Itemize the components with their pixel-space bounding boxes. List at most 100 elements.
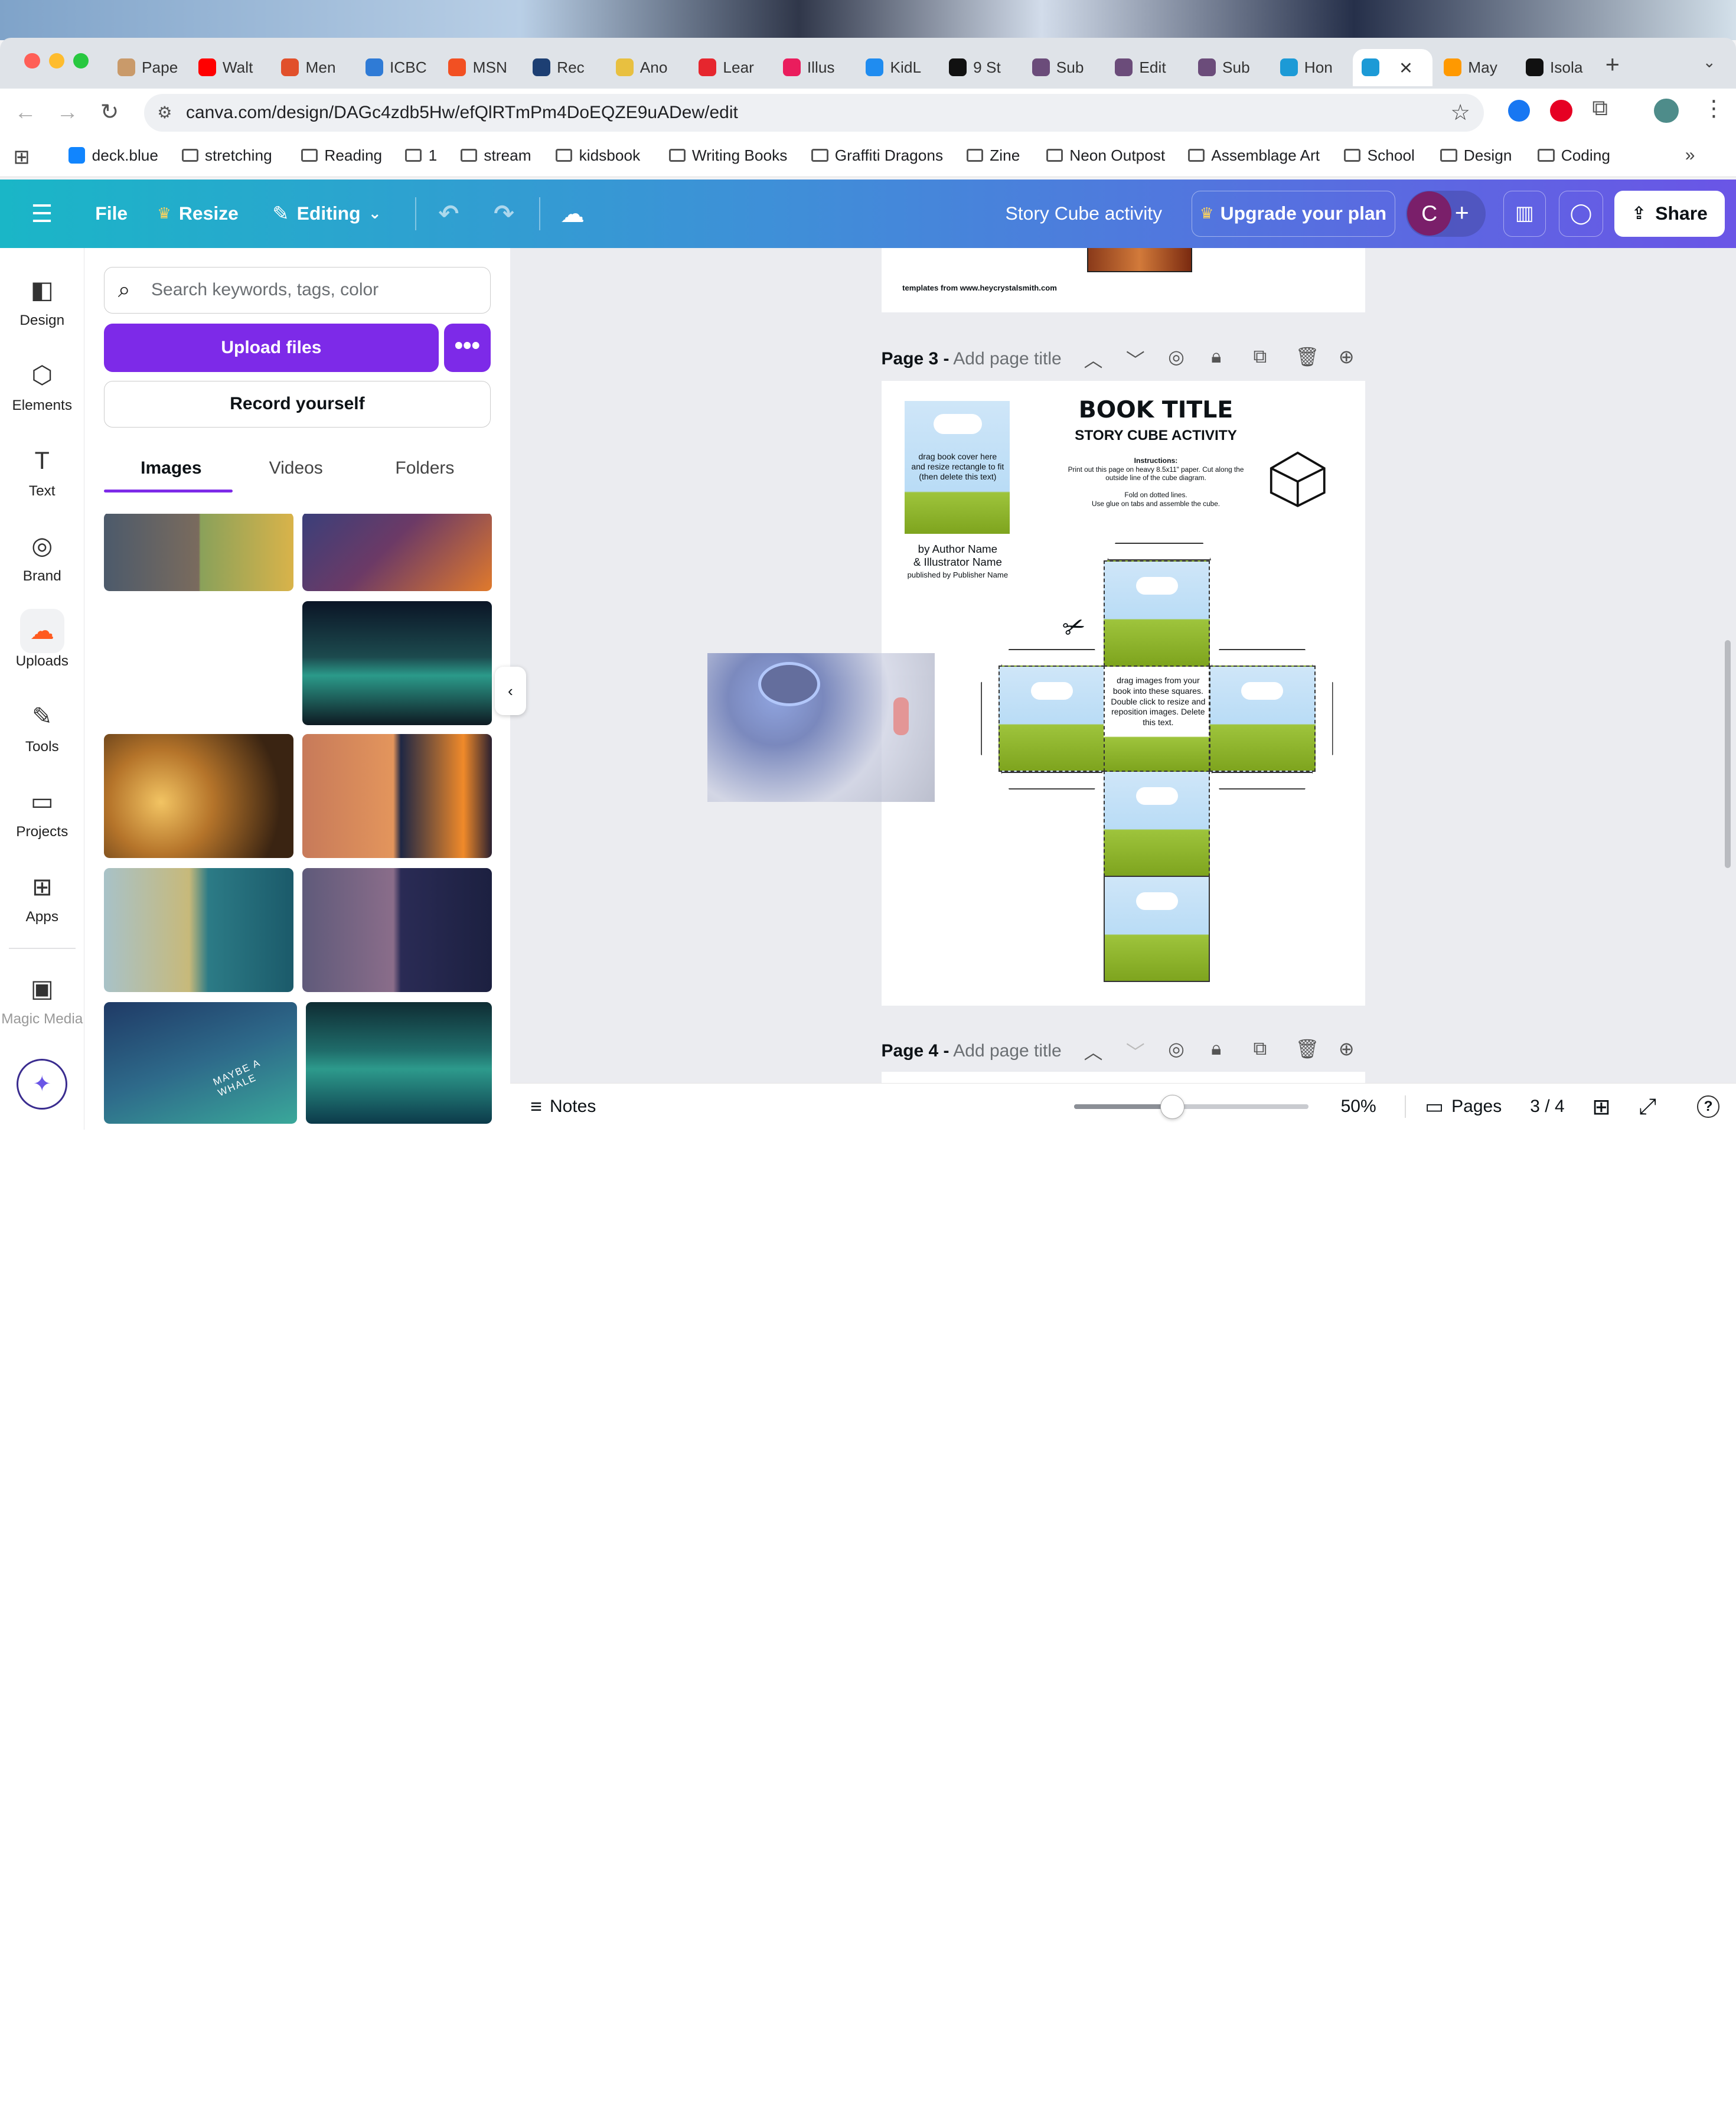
fullscreen-icon[interactable]: ⤢ bbox=[1639, 1084, 1656, 1130]
browser-menu-icon[interactable]: ⋮ bbox=[1703, 95, 1725, 121]
bookmark-item[interactable]: deck.blue bbox=[68, 146, 158, 165]
book-title[interactable]: BOOK TITLE bbox=[1045, 396, 1267, 423]
undo-icon[interactable]: ↶ bbox=[439, 180, 459, 248]
add-collaborator-icon[interactable]: + bbox=[1455, 199, 1469, 226]
rail-item-uploads[interactable]: ☁ Uploads bbox=[0, 609, 84, 670]
site-info-icon[interactable]: ⚙ bbox=[157, 94, 172, 132]
collapse-panel-button[interactable]: ‹ bbox=[495, 666, 526, 716]
rail-item-tools[interactable]: ✎ Tools bbox=[0, 701, 84, 755]
bookmark-item[interactable]: Design bbox=[1440, 146, 1512, 165]
add-page-icon[interactable]: ⊕ bbox=[1339, 345, 1355, 368]
activity-subtitle[interactable]: STORY CUBE ACTIVITY bbox=[1045, 428, 1267, 444]
resize-button[interactable]: ♛ Resize bbox=[157, 180, 239, 248]
extension-icon[interactable] bbox=[1507, 99, 1531, 122]
cube-face-back[interactable] bbox=[1104, 876, 1210, 983]
zoom-slider-track[interactable] bbox=[1073, 1094, 1309, 1119]
insights-icon[interactable]: ▥ bbox=[1503, 190, 1546, 237]
browser-tab[interactable]: 9 St bbox=[940, 49, 1013, 87]
browser-tab[interactable]: Edit bbox=[1106, 49, 1179, 87]
cube-face-bottom[interactable] bbox=[1104, 771, 1210, 877]
rail-item-projects[interactable]: ▭ Projects bbox=[0, 786, 84, 840]
image-thumbnail[interactable] bbox=[104, 734, 293, 859]
image-thumbnail[interactable] bbox=[302, 868, 492, 992]
browser-tab[interactable]: Pape bbox=[109, 49, 182, 87]
bookmark-item[interactable]: Neon Outpost bbox=[1046, 146, 1165, 165]
notes-button[interactable]: ≡ Notes bbox=[530, 1084, 596, 1130]
browser-tab[interactable]: Sub bbox=[1189, 49, 1262, 87]
tab-search-icon[interactable]: ⌄ bbox=[1703, 53, 1716, 71]
bookmark-item[interactable]: 1 bbox=[405, 146, 437, 165]
redo-icon[interactable]: ↷ bbox=[494, 180, 514, 248]
zoom-level[interactable]: 50% bbox=[1341, 1084, 1376, 1130]
rail-item-brand[interactable]: ◎ Brand bbox=[0, 530, 84, 585]
rail-item-design[interactable]: ◧ Design bbox=[0, 275, 84, 329]
rail-item-text[interactable]: T Text bbox=[0, 445, 84, 500]
browser-tab[interactable]: × bbox=[1353, 48, 1433, 87]
url-field[interactable]: ⚙ canva.com/design/DAGc4zdb5Hw/efQlRTmPm… bbox=[143, 94, 1484, 132]
tab-videos[interactable]: Videos bbox=[269, 458, 323, 478]
hide-page-icon[interactable]: ◎ bbox=[1168, 1038, 1184, 1060]
book-cover-placeholder[interactable]: drag book cover here and resize rectangl… bbox=[904, 400, 1010, 534]
cube-face-right[interactable] bbox=[1209, 665, 1316, 772]
image-frame[interactable] bbox=[1087, 248, 1193, 273]
bookmark-item[interactable]: Coding bbox=[1538, 146, 1610, 165]
document-title[interactable]: Story Cube activity bbox=[1006, 180, 1163, 248]
comments-icon[interactable]: ◯ bbox=[1559, 190, 1603, 237]
profile-avatar[interactable] bbox=[1654, 98, 1679, 123]
tab-folders[interactable]: Folders bbox=[395, 458, 454, 478]
back-icon[interactable]: ← bbox=[11, 97, 40, 126]
forward-icon[interactable]: → bbox=[53, 97, 82, 126]
new-tab-icon[interactable]: + bbox=[1606, 51, 1620, 79]
bookmark-item[interactable]: Reading bbox=[301, 146, 382, 165]
image-thumbnail[interactable]: MAYBE A WHALE bbox=[104, 1002, 297, 1124]
duplicate-page-icon[interactable]: ⧉ bbox=[1254, 345, 1267, 368]
close-tab-icon[interactable]: × bbox=[1399, 55, 1412, 80]
search-input[interactable]: ⌕ Search keywords, tags, color bbox=[104, 266, 491, 314]
page-4-title-input[interactable]: Add page title bbox=[953, 1041, 1061, 1061]
rail-item-elements[interactable]: ⬡ Elements bbox=[0, 360, 84, 414]
maximize-window-button[interactable] bbox=[73, 53, 89, 69]
browser-tab[interactable]: Men bbox=[272, 49, 345, 87]
lock-page-icon[interactable]: 🔒︎ bbox=[1211, 345, 1221, 368]
bookmark-item[interactable]: Writing Books bbox=[668, 146, 787, 165]
bookmark-item[interactable]: Graffiti Dragons bbox=[811, 146, 943, 165]
magic-assistant-icon[interactable]: ✦ bbox=[17, 1058, 68, 1110]
duplicate-page-icon[interactable]: ⧉ bbox=[1254, 1038, 1267, 1060]
image-thumbnail[interactable] bbox=[104, 868, 293, 992]
browser-tab[interactable]: ICBC bbox=[357, 49, 430, 87]
upload-files-button[interactable]: Upload files bbox=[104, 323, 439, 372]
share-button[interactable]: ⇪ Share bbox=[1614, 190, 1725, 237]
cube-face-center[interactable]: drag images from your book into these sq… bbox=[1104, 665, 1210, 772]
move-page-down-icon[interactable]: ﹀ bbox=[1126, 1038, 1145, 1065]
help-icon[interactable]: ? bbox=[1697, 1095, 1719, 1118]
browser-tab[interactable]: KidL bbox=[857, 49, 930, 87]
lock-page-icon[interactable]: 🔒︎ bbox=[1211, 1038, 1221, 1060]
bookmark-item[interactable]: kidsbook bbox=[556, 146, 640, 165]
bookmark-item[interactable]: Zine bbox=[966, 146, 1020, 165]
close-window-button[interactable] bbox=[24, 53, 40, 69]
canvas-scrollbar[interactable] bbox=[1725, 640, 1731, 868]
reload-icon[interactable]: ↻ bbox=[95, 97, 124, 126]
rail-item-apps[interactable]: ⊞ Apps bbox=[0, 872, 84, 926]
browser-tab[interactable]: Sub bbox=[1023, 49, 1097, 87]
rail-item-magic-media[interactable]: ▣ Magic Media bbox=[0, 973, 84, 1027]
apps-grid-icon[interactable]: ⊞ bbox=[14, 145, 30, 169]
browser-tab[interactable]: Ano bbox=[607, 49, 680, 87]
browser-tab[interactable]: Lear bbox=[690, 49, 763, 87]
move-page-down-icon[interactable]: ﹀ bbox=[1126, 345, 1145, 373]
bookmark-star-icon[interactable]: ☆ bbox=[1450, 94, 1470, 132]
move-page-up-icon[interactable]: ︿ bbox=[1084, 345, 1103, 373]
upgrade-plan-button[interactable]: ♛ Upgrade your plan bbox=[1191, 190, 1395, 237]
cube-face-top[interactable] bbox=[1104, 560, 1210, 667]
browser-tab[interactable]: MSN bbox=[439, 49, 513, 87]
browser-tab[interactable]: Walt bbox=[190, 49, 263, 87]
user-avatar[interactable]: C bbox=[1407, 191, 1452, 236]
file-menu[interactable]: File bbox=[95, 180, 128, 248]
image-thumbnail[interactable] bbox=[104, 514, 293, 592]
dragged-image-preview[interactable] bbox=[707, 653, 935, 802]
bookmark-item[interactable]: Assemblage Art bbox=[1187, 146, 1320, 165]
upload-more-button[interactable]: ••• bbox=[443, 323, 491, 372]
move-page-up-icon[interactable]: ︿ bbox=[1084, 1038, 1103, 1065]
browser-tab[interactable]: Isola bbox=[1517, 49, 1594, 87]
image-thumbnail[interactable] bbox=[302, 514, 492, 592]
